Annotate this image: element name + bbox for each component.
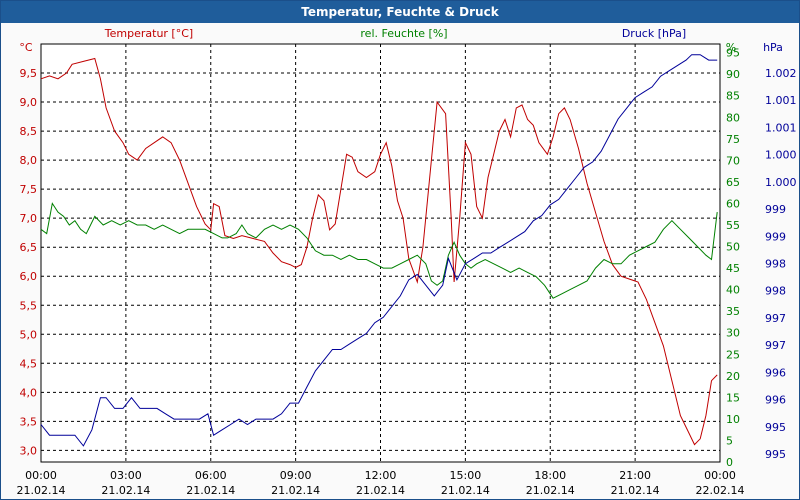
x-tick-time-label: 00:00 (25, 469, 57, 482)
pressure-tick-label: 1.000 (765, 149, 797, 162)
pressure-tick-label: 999 (765, 203, 786, 216)
x-tick-time-label: 09:00 (280, 469, 312, 482)
x-tick-time-label: 18:00 (534, 469, 566, 482)
humidity-tick-label: 5 (726, 434, 733, 447)
temperature-tick-label: 7,0 (20, 212, 38, 225)
pressure-tick-label: 996 (765, 366, 786, 379)
pressure-unit: hPa (763, 41, 783, 54)
humidity-tick-label: 45 (726, 262, 740, 275)
x-tick-date-label: 21.02.14 (271, 484, 320, 497)
x-tick-time-label: 21:00 (619, 469, 651, 482)
humidity-tick-label: 80 (726, 111, 740, 124)
temperature-axis-label: Temperatur [°C] (104, 27, 193, 40)
humidity-tick-label: 0 (726, 456, 733, 469)
humidity-tick-label: 65 (726, 176, 740, 189)
pressure-tick-label: 995 (765, 448, 786, 461)
pressure-tick-label: 998 (765, 258, 786, 271)
temperature-tick-label: 6,5 (20, 241, 38, 254)
humidity-tick-label: 60 (726, 197, 740, 210)
x-tick-date-label: 21.02.14 (356, 484, 405, 497)
pressure-tick-label: 997 (765, 339, 786, 352)
humidity-unit: % (726, 41, 736, 54)
temperature-tick-label: 4,5 (20, 357, 38, 370)
humidity-tick-label: 55 (726, 219, 740, 232)
temperature-tick-label: 8,5 (20, 125, 38, 138)
chart-window: Temperatur, Feuchte & Druck 00:00 21.02.1… (0, 0, 800, 500)
x-tick-date-label: 21.02.14 (611, 484, 660, 497)
temperature-tick-label: 5,5 (20, 299, 38, 312)
pressure-tick-label: 1.001 (765, 121, 797, 134)
x-tick-time-label: 03:00 (110, 469, 142, 482)
x-tick-date-label: 21.02.14 (101, 484, 150, 497)
pressure-tick-label: 999 (765, 230, 786, 243)
humidity-tick-label: 50 (726, 241, 740, 254)
pressure-tick-label: 1.000 (765, 176, 797, 189)
humidity-tick-label: 35 (726, 305, 740, 318)
x-tick-time-label: 00:00 (704, 469, 736, 482)
humidity-axis-label: rel. Feuchte [%] (360, 27, 447, 40)
humidity-tick-label: 40 (726, 284, 740, 297)
pressure-tick-label: 997 (765, 312, 786, 325)
x-tick-time-label: 15:00 (450, 469, 482, 482)
pressure-tick-label: 1.002 (765, 67, 797, 80)
temperature-tick-label: 3,0 (20, 444, 38, 457)
x-tick-date-label: 21.02.14 (17, 484, 66, 497)
x-tick-date-label: 21.02.14 (526, 484, 575, 497)
pressure-tick-label: 996 (765, 394, 786, 407)
temperature-tick-label: 8,0 (20, 154, 38, 167)
x-tick-time-label: 12:00 (365, 469, 397, 482)
humidity-tick-label: 25 (726, 348, 740, 361)
x-tick-date-label: 22.02.14 (696, 484, 745, 497)
humidity-tick-label: 75 (726, 133, 740, 146)
pressure-axis-label: Druck [hPa] (622, 27, 686, 40)
temperature-tick-label: 6,0 (20, 270, 38, 283)
humidity-tick-label: 15 (726, 391, 740, 404)
x-tick-date-label: 21.02.14 (186, 484, 235, 497)
humidity-tick-label: 90 (726, 68, 740, 81)
temperature-tick-label: 9,0 (20, 96, 38, 109)
humidity-tick-label: 30 (726, 327, 740, 340)
humidity-tick-label: 70 (726, 154, 740, 167)
pressure-tick-label: 1.001 (765, 94, 797, 107)
temperature-tick-label: 5,0 (20, 328, 38, 341)
x-tick-time-label: 06:00 (195, 469, 227, 482)
pressure-tick-label: 995 (765, 421, 786, 434)
temperature-tick-label: 7,5 (20, 183, 38, 196)
temperature-tick-label: 4,0 (20, 386, 38, 399)
pressure-tick-label: 998 (765, 285, 786, 298)
humidity-tick-label: 85 (726, 90, 740, 103)
chart-canvas: 00:00 21.02.14 03:00 21.02.14 06:00 21.02.14 0… (17, 27, 797, 497)
temperature-tick-label: 3,5 (20, 415, 38, 428)
temperature-tick-label: 9,5 (20, 67, 38, 80)
temperature-unit: °C (19, 41, 33, 54)
x-tick-date-label: 21.02.14 (441, 484, 490, 497)
humidity-tick-label: 10 (726, 413, 740, 426)
humidity-tick-label: 20 (726, 370, 740, 383)
